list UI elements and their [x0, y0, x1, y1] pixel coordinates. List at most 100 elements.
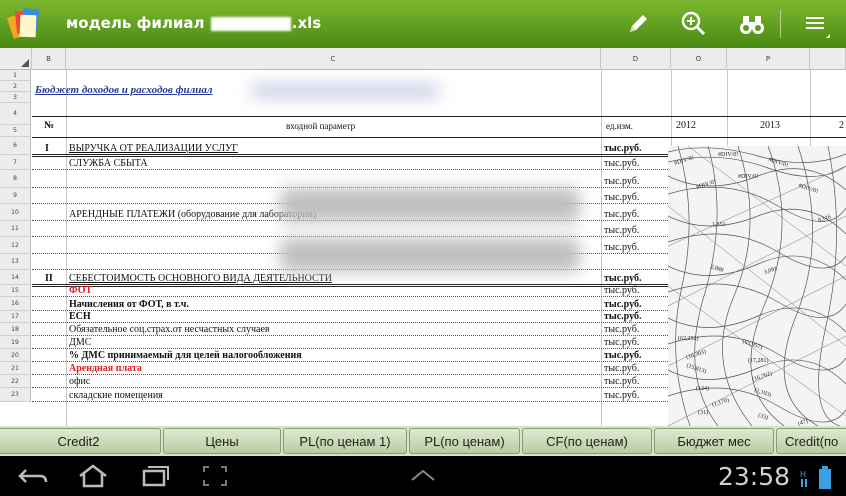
tab-pl-prices-1[interactable]: PL(по ценам 1) — [283, 428, 407, 454]
row-border — [32, 374, 668, 375]
back-icon[interactable] — [16, 462, 50, 490]
row-label: офис — [69, 376, 91, 387]
grid-line — [601, 70, 602, 426]
section-number: I — [45, 143, 49, 154]
row-header-1[interactable]: 1 — [0, 70, 31, 81]
row-header-3[interactable]: 3 — [0, 92, 31, 103]
pencil-icon[interactable] — [622, 8, 654, 40]
row-header-9[interactable]: 9 — [0, 188, 31, 204]
row-header-4[interactable]: 4 — [0, 103, 31, 125]
cell-value-fragment: (62,252) — [678, 336, 699, 342]
title-suffix: .xls — [291, 14, 322, 32]
recent-apps-icon[interactable] — [138, 462, 172, 490]
chevron-up-icon[interactable] — [406, 462, 440, 490]
action-bar: модель филиал .xls — [0, 0, 846, 48]
row-header-11[interactable]: 11 — [0, 221, 31, 237]
row-unit: тыс.руб. — [604, 273, 642, 284]
binoculars-icon[interactable] — [736, 8, 768, 40]
row-unit: тыс.руб. — [604, 192, 640, 203]
row-border — [32, 154, 668, 157]
row-unit: тыс.руб. — [604, 376, 640, 387]
column-header-p[interactable]: P — [727, 48, 810, 70]
row-border — [32, 169, 668, 170]
column-header-o[interactable]: O — [671, 48, 727, 70]
row-header-2[interactable]: 2 — [0, 81, 31, 92]
row-border — [32, 401, 668, 402]
row-unit: тыс.руб. — [604, 311, 642, 322]
grid-line — [66, 70, 67, 426]
signal-icon: H — [800, 470, 807, 487]
tab-cf-prices[interactable]: CF(по ценам) — [522, 428, 652, 454]
toolbar-divider — [780, 10, 781, 38]
row-border — [32, 335, 668, 336]
distorted-values-graphic — [668, 146, 846, 426]
row-header-18[interactable]: 18 — [0, 323, 31, 336]
header-border-top — [32, 116, 846, 117]
row-header-16[interactable]: 16 — [0, 297, 31, 311]
cell-value-fragment: 1,651 — [712, 222, 726, 228]
battery-icon — [819, 466, 831, 489]
row-header-20[interactable]: 20 — [0, 349, 31, 362]
row-header-5[interactable]: 5 — [0, 125, 31, 137]
row-label: ФОТ — [69, 285, 93, 296]
row-label: Арендная плата — [69, 363, 142, 374]
row-label: складские помещения — [69, 390, 163, 401]
redacted-branch-name — [250, 84, 440, 98]
document-title: модель филиал .xls — [66, 14, 321, 32]
row-border — [32, 310, 668, 311]
row-header-13[interactable]: 13 — [0, 254, 31, 270]
column-header-c[interactable]: C — [66, 48, 601, 70]
tab-credit-prices[interactable]: Credit(по — [776, 428, 846, 454]
column-header-d[interactable]: D — [601, 48, 671, 70]
row-header-14[interactable]: 14 — [0, 270, 31, 285]
row-header-23[interactable]: 23 — [0, 388, 31, 402]
row-unit: тыс.руб. — [604, 337, 640, 348]
row-unit: тыс.руб. — [604, 324, 640, 335]
row-header-22[interactable]: 22 — [0, 375, 31, 388]
row-header-8[interactable]: 8 — [0, 170, 31, 188]
header-unit: ед.изм. — [606, 121, 633, 131]
row-unit: тыс.руб. — [604, 143, 642, 154]
row-label: СЛУЖБА СБЫТА — [69, 158, 148, 169]
row-header-15[interactable]: 15 — [0, 285, 31, 297]
row-border — [32, 322, 668, 323]
row-header-12[interactable]: 12 — [0, 237, 31, 254]
row-header-17[interactable]: 17 — [0, 311, 31, 323]
tab-prices[interactable]: Цены — [163, 428, 281, 454]
tab-credit2[interactable]: Credit2 — [0, 428, 161, 454]
tab-pl-prices[interactable]: PL(по ценам) — [409, 428, 520, 454]
screenshot-icon[interactable] — [198, 462, 232, 490]
row-header-19[interactable]: 19 — [0, 336, 31, 349]
header-border-bottom — [32, 137, 846, 138]
row-header-10[interactable]: 10 — [0, 204, 31, 221]
row-label: % ДМС принимаемый для целей налогообложе… — [69, 350, 302, 361]
row-header-21[interactable]: 21 — [0, 362, 31, 375]
formula-results-area: #DIV/0! #DIV/0! #DIV/0! #DIV/0! #DIV/0! #DIV/… — [668, 146, 846, 426]
app-logo-icon[interactable] — [6, 5, 44, 43]
cell-value-fragment: #DIV/0! — [718, 152, 739, 158]
row-border — [32, 361, 668, 362]
row-label: СЕБЕСТОИМОСТЬ ОСНОВНОГО ВИДА ДЕЯТЕЛЬНОСТ… — [69, 273, 333, 284]
row-label: Обязательное соц.страх.от несчастных слу… — [69, 324, 270, 335]
row-unit: тыс.руб. — [604, 158, 640, 169]
title-prefix: модель филиал — [66, 14, 205, 32]
spreadsheet-grid[interactable]: B C D O P 1 2 3 4 5 6 7 8 9 10 11 12 13 14 15 16 17 18 19 2… — [0, 48, 846, 426]
redacted-cell — [280, 188, 580, 222]
row-unit: тыс.руб. — [604, 209, 640, 220]
header-number: № — [44, 120, 55, 131]
column-header-next[interactable] — [810, 48, 846, 70]
select-all-corner[interactable] — [0, 48, 32, 70]
zoom-in-icon[interactable] — [678, 8, 710, 40]
row-unit: тыс.руб. — [604, 242, 640, 253]
svg-text:H: H — [800, 470, 806, 479]
row-header-6[interactable]: 6 — [0, 137, 31, 155]
tab-budget-month[interactable]: Бюджет мес — [654, 428, 774, 454]
row-header-7[interactable]: 7 — [0, 155, 31, 170]
menu-icon[interactable] — [800, 8, 832, 40]
header-year-2013: 2013 — [760, 120, 780, 131]
row-border — [32, 348, 668, 349]
row-label: ВЫРУЧКА ОТ РЕАЛИЗАЦИИ УСЛУГ — [69, 143, 238, 154]
row-unit: тыс.руб. — [604, 363, 640, 374]
column-header-b[interactable]: B — [32, 48, 66, 70]
home-icon[interactable] — [76, 462, 110, 490]
